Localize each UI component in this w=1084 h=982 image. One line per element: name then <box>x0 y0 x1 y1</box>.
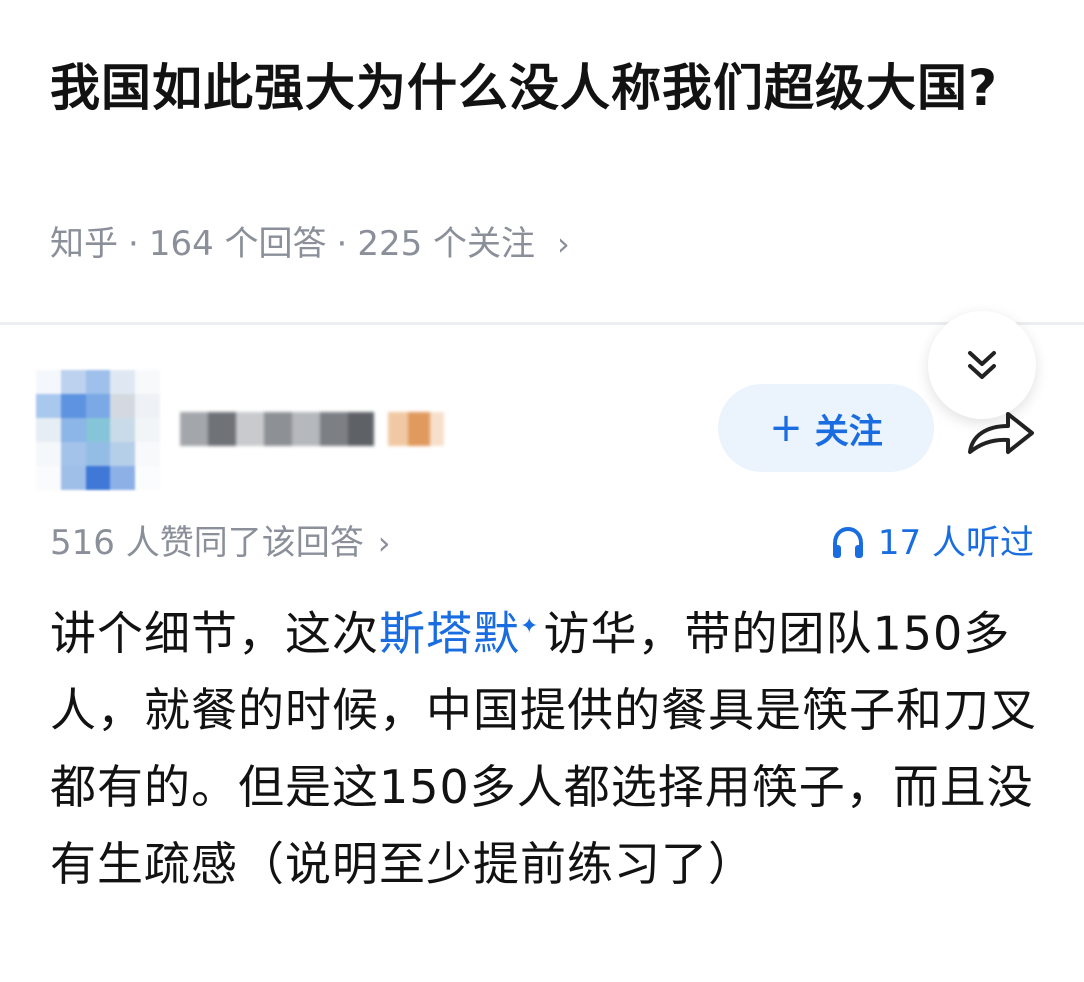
meta-separator: · <box>128 224 139 264</box>
source-label: 知乎 <box>50 224 118 264</box>
answer-text-part1: 讲个细节，这次 <box>50 606 379 661</box>
sparkle-icon: ✦ <box>520 614 540 639</box>
listen-count-text: 17 人听过 <box>877 523 1034 563</box>
username-blurred[interactable] <box>180 393 450 465</box>
question-meta[interactable]: 知乎 · 164 个回答 · 225 个关注 › <box>50 216 570 272</box>
answer-content[interactable]: 讲个细节，这次斯塔默✦访华，带的团队150多人，就餐的时候，中国提供的餐具是筷子… <box>50 588 1040 903</box>
keyword-link[interactable]: 斯塔默 <box>379 606 520 660</box>
follow-button-label: 关注 <box>814 411 883 452</box>
likes-text: 516 人赞同了该回答 <box>50 523 364 563</box>
headphone-icon <box>832 526 863 558</box>
answer-count: 164 个回答 <box>148 224 327 264</box>
plus-icon: + <box>769 405 803 451</box>
share-arrow-icon[interactable] <box>964 402 1038 462</box>
meta-separator: · <box>336 224 348 264</box>
follow-button[interactable]: + 关注 <box>718 384 934 472</box>
listen-count[interactable]: 17 人听过 <box>830 516 1034 570</box>
chevron-right-icon: › <box>377 524 391 562</box>
follower-count: 225 个关注 <box>357 224 536 264</box>
double-chevron-down-icon <box>968 351 996 379</box>
likes-count[interactable]: 516 人赞同了该回答 › <box>50 516 391 570</box>
avatar[interactable] <box>36 370 160 490</box>
question-title[interactable]: 我国如此强大为什么没人称我们超级大国? <box>50 48 1040 128</box>
section-divider <box>0 322 1084 325</box>
chevron-right-icon: › <box>557 225 570 263</box>
